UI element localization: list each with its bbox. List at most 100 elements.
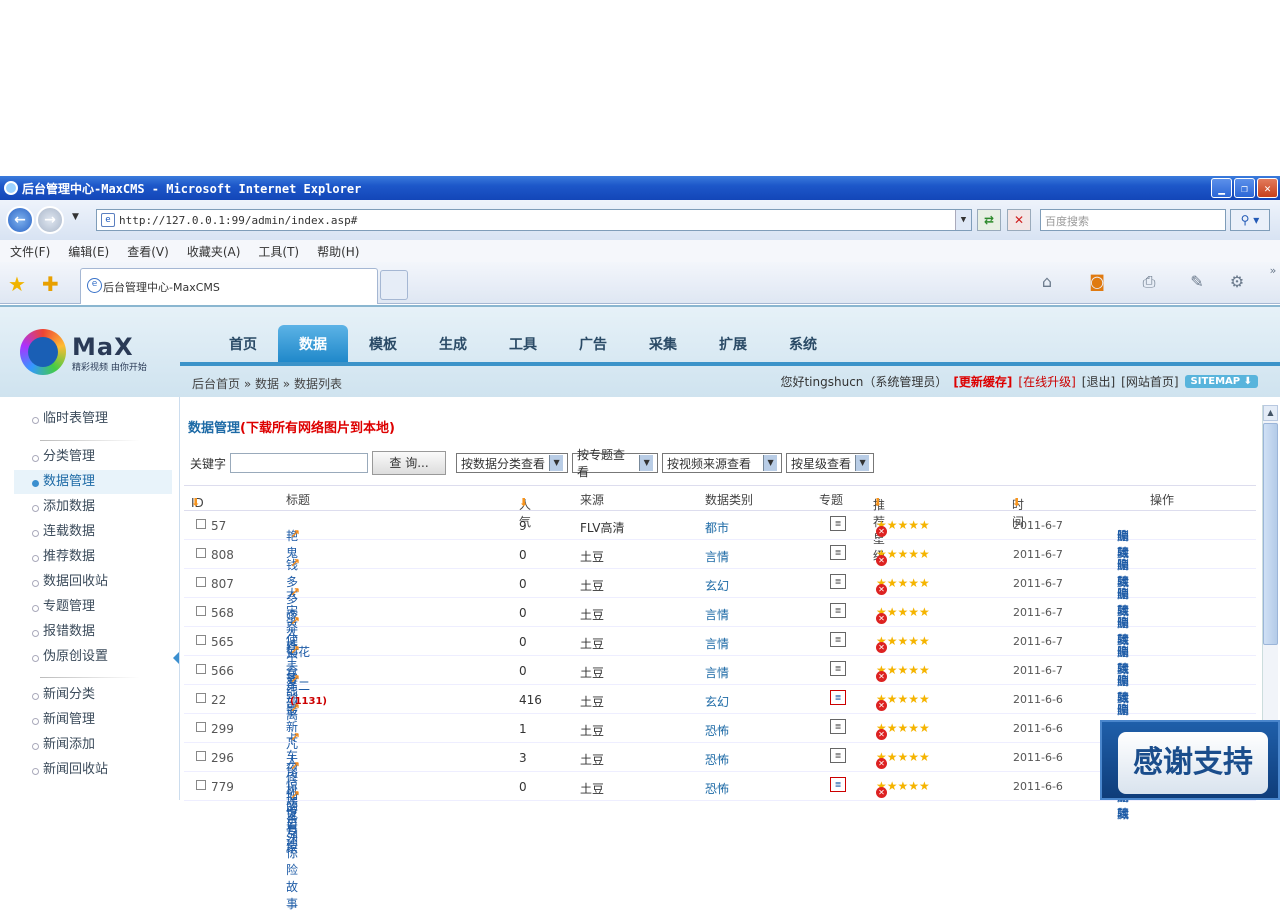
chevron-more-icon[interactable]: » [1262,264,1280,286]
site-home-link[interactable]: [网站首页] [1121,373,1178,390]
row-checkbox[interactable] [196,519,206,529]
favorites-star-icon[interactable]: ★ [8,272,26,296]
star-rating[interactable]: ✕ ★★★★★ [876,750,930,769]
menu-view[interactable]: 查看(V) [127,243,169,260]
sidebar-collapse-icon[interactable] [173,652,179,664]
sidebar-item-topics[interactable]: 专题管理 [14,595,172,619]
clear-rating-icon[interactable]: ✕ [876,613,887,624]
address-dropdown-icon[interactable]: ▼ [955,210,971,230]
download-images-link[interactable]: (下载所有网络图片到本地) [240,421,395,436]
row-checkbox[interactable] [196,635,206,645]
topic-doc-icon[interactable]: ≣ [830,748,846,763]
logo[interactable]: MaX 精彩视频 由你开始 [20,329,170,379]
refresh-cache-link[interactable]: [更新缓存] [953,373,1012,390]
sidebar-item-errors[interactable]: 报错数据 [14,620,172,644]
sidebar-item-news-recycle[interactable]: 新闻回收站 [14,758,172,782]
stop-button[interactable]: ✕ [1007,209,1031,231]
topic-doc-icon[interactable]: ≣ [830,545,846,560]
row-category[interactable]: 恐怖 [705,780,729,797]
nav-system[interactable]: 系统 [768,325,838,363]
row-category[interactable]: 恐怖 [705,751,729,768]
sidebar-item-add-data[interactable]: 添加数据 [14,495,172,519]
topic-doc-icon[interactable]: ≣ [830,516,846,531]
row-category[interactable]: 言情 [705,606,729,623]
clear-rating-icon[interactable]: ✕ [876,642,887,653]
nav-generate[interactable]: 生成 [418,325,488,363]
row-category[interactable]: 玄幻 [705,577,729,594]
menu-file[interactable]: 文件(F) [10,243,50,260]
topic-doc-icon[interactable]: ≣ [830,777,846,792]
star-rating[interactable]: ✕ ★★★★★ [876,518,930,537]
row-checkbox[interactable] [196,722,206,732]
row-category[interactable]: 恐怖 [705,722,729,739]
star-filter-select[interactable]: 按星级查看 ▼ [786,453,875,473]
sidebar-item-serial[interactable]: 连载数据 [14,520,172,544]
page-menu-icon[interactable]: ✎ [1186,272,1208,294]
restore-button[interactable]: ❐ [1234,178,1255,198]
search-button[interactable]: ⚲ ▾ [1230,209,1270,231]
history-dropdown-icon[interactable]: ▼ [72,212,79,222]
add-favorites-icon[interactable]: ✚ [42,272,59,296]
topic-doc-icon[interactable]: ≣ [830,719,846,734]
scroll-up-icon[interactable]: ▲ [1263,405,1278,421]
logout-link[interactable]: [退出] [1082,373,1115,390]
row-checkbox[interactable] [196,693,206,703]
forward-button[interactable]: → [36,206,64,234]
minimize-button[interactable]: ▁ [1211,178,1232,198]
star-rating[interactable]: ✕ ★★★★★ [876,721,930,740]
menu-edit[interactable]: 编辑(E) [68,243,109,260]
keyword-input[interactable] [230,453,369,473]
nav-extend[interactable]: 扩展 [698,325,768,363]
nav-tools[interactable]: 工具 [488,325,558,363]
star-rating[interactable]: ✕ ★★★★★ [876,634,930,653]
topic-filter-select[interactable]: 按专题查看 ▼ [572,448,659,479]
close-button[interactable]: ✕ [1257,178,1278,198]
clear-rating-icon[interactable]: ✕ [876,787,887,798]
tools-gear-icon[interactable]: ⚙ [1226,272,1248,294]
topic-doc-icon[interactable]: ≣ [830,632,846,647]
row-checkbox[interactable] [196,606,206,616]
row-category[interactable]: 言情 [705,635,729,652]
star-rating[interactable]: ✕ ★★★★★ [876,547,930,566]
row-category[interactable]: 言情 [705,548,729,565]
row-checkbox[interactable] [196,548,206,558]
row-checkbox[interactable] [196,780,206,790]
sitemap-button[interactable]: SITEMAP ⬇ [1184,375,1258,388]
topic-doc-icon[interactable]: ≣ [830,574,846,589]
sidebar-item-recommend[interactable]: 推荐数据 [14,545,172,569]
star-rating[interactable]: ✕ ★★★★★ [876,663,930,682]
home-icon[interactable]: ⌂ [1036,272,1058,294]
sidebar-item-news-category[interactable]: 新闻分类 [14,683,172,707]
row-checkbox[interactable] [196,664,206,674]
clear-rating-icon[interactable]: ✕ [876,526,887,537]
star-rating[interactable]: ✕ ★★★★★ [876,692,930,711]
scroll-thumb[interactable] [1263,423,1278,645]
browser-tab[interactable]: 后台管理中心-MaxCMS [80,268,378,304]
star-rating[interactable]: ✕ ★★★★★ [876,779,930,798]
star-rating[interactable]: ✕ ★★★★★ [876,576,930,595]
query-button[interactable]: 查 询... [372,451,447,475]
sidebar-item-news-manage[interactable]: 新闻管理 [14,708,172,732]
address-input[interactable]: e http://127.0.0.1:99/admin/index.asp# ▼ [96,209,972,231]
search-input[interactable]: 百度搜索 [1040,209,1226,231]
sidebar-item-category[interactable]: 分类管理 [14,445,172,469]
clear-rating-icon[interactable]: ✕ [876,729,887,740]
category-filter-select[interactable]: 按数据分类查看 ▼ [456,453,569,473]
clear-rating-icon[interactable]: ✕ [876,700,887,711]
sidebar-item-data[interactable]: 数据管理 [14,470,172,494]
sidebar-item-recycle[interactable]: 数据回收站 [14,570,172,594]
menu-help[interactable]: 帮助(H) [317,243,359,260]
clear-rating-icon[interactable]: ✕ [876,555,887,566]
source-filter-select[interactable]: 按视频来源查看 ▼ [662,453,783,473]
rss-icon[interactable]: ◙ [1086,272,1108,294]
clear-rating-icon[interactable]: ✕ [876,758,887,769]
print-icon[interactable]: ⎙ [1138,272,1160,294]
clear-rating-icon[interactable]: ✕ [876,584,887,595]
star-rating[interactable]: ✕ ★★★★★ [876,605,930,624]
nav-collect[interactable]: 采集 [628,325,698,363]
nav-ads[interactable]: 广告 [558,325,628,363]
topic-doc-icon[interactable]: ≣ [830,603,846,618]
sidebar-item-news-add[interactable]: 新闻添加 [14,733,172,757]
online-upgrade-link[interactable]: [在线升级] [1018,373,1075,390]
row-category[interactable]: 言情 [705,664,729,681]
